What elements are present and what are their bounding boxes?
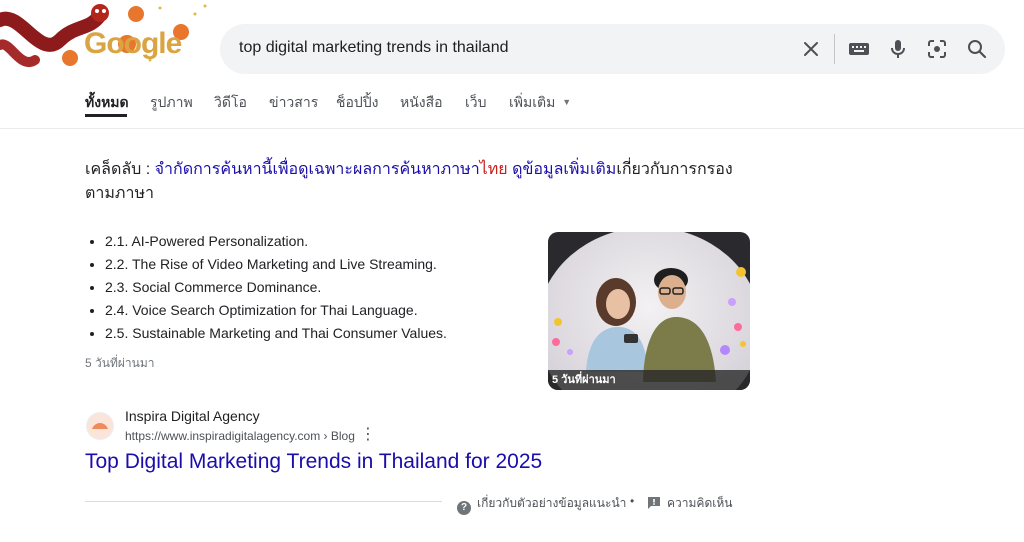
search-input[interactable]: top digital marketing trends in thailand: [239, 39, 509, 57]
tab-web[interactable]: เว็บ: [465, 92, 487, 114]
tab-news[interactable]: ข่าวสาร: [269, 92, 318, 114]
site-name[interactable]: Inspira Digital Agency: [125, 408, 260, 424]
feedback-label: ความคิดเห็น: [667, 496, 733, 510]
language-tip: เคล็ดลับ : จำกัดการค้นหานี้เพื่อดูเฉพาะผ…: [85, 158, 735, 206]
tab-more[interactable]: เพิ่มเติม ▼: [509, 92, 571, 114]
lens-camera-icon[interactable]: [925, 37, 949, 61]
tab-images[interactable]: รูปภาพ: [150, 92, 193, 114]
snippet-thumbnail[interactable]: 5 วันที่ผ่านมา: [548, 232, 750, 390]
clear-icon[interactable]: [799, 37, 823, 61]
tab-videos[interactable]: วิดีโอ: [214, 92, 247, 114]
caret-down-icon: ▼: [562, 97, 572, 107]
tab-more-label: เพิ่มเติม: [509, 94, 556, 110]
restrict-language-text: จำกัดการค้นหานี้เพื่อดูเฉพาะผลการค้นหาภา…: [154, 161, 480, 178]
site-url[interactable]: https://www.inspiradigitalagency.com › B…: [125, 429, 355, 443]
snippet-date: 5 วันที่ผ่านมา: [85, 356, 155, 370]
thumbnail-image: [548, 232, 750, 390]
about-snippet-button[interactable]: ? เกี่ยวกับตัวอย่างข้อมูลแนะนำ: [457, 494, 626, 515]
feedback-button[interactable]: ความคิดเห็น: [647, 494, 732, 513]
search-divider: [834, 34, 835, 64]
search-bar[interactable]: top digital marketing trends in thailand: [220, 24, 1005, 74]
feedback-icon: [647, 496, 661, 513]
microphone-icon[interactable]: [886, 37, 910, 61]
learn-more-link[interactable]: ดูข้อมูลเพิ่มเติม: [512, 161, 616, 178]
restrict-language-link[interactable]: จำกัดการค้นหานี้เพื่อดูเฉพาะผลการค้นหาภา…: [155, 161, 508, 178]
tip-prefix: เคล็ดลับ :: [85, 161, 155, 178]
thumbnail-caption: 5 วันที่ผ่านมา: [548, 370, 750, 390]
tabs-divider: [0, 128, 1024, 129]
result-title-link[interactable]: Top Digital Marketing Trends in Thailand…: [85, 450, 542, 474]
search-icon[interactable]: [965, 37, 989, 61]
footer-separator: •: [630, 494, 635, 508]
language-name: ไทย: [479, 161, 508, 178]
list-item: 2.4. Voice Search Optimization for Thai …: [105, 301, 447, 324]
logo-text: Google: [84, 27, 182, 60]
list-item: 2.5. Sustainable Marketing and Thai Cons…: [105, 324, 447, 347]
site-favicon-icon[interactable]: [86, 412, 114, 440]
tab-shopping[interactable]: ช็อปปิ้ง: [336, 92, 379, 114]
tab-books[interactable]: หนังสือ: [400, 92, 443, 114]
help-icon: ?: [457, 501, 471, 515]
keyboard-icon[interactable]: [847, 37, 871, 61]
active-tab-indicator: [85, 114, 127, 117]
more-options-icon[interactable]: ⋮: [360, 427, 376, 443]
tab-all[interactable]: ทั้งหมด: [85, 92, 129, 114]
google-doodle-logo[interactable]: Google: [0, 0, 210, 75]
about-snippet-label: เกี่ยวกับตัวอย่างข้อมูลแนะนำ: [477, 496, 627, 510]
list-item: 2.2. The Rise of Video Marketing and Liv…: [105, 255, 447, 278]
list-item: 2.1. AI-Powered Personalization.: [105, 232, 447, 255]
featured-snippet-list: 2.1. AI-Powered Personalization. 2.2. Th…: [85, 232, 447, 347]
list-item: 2.3. Social Commerce Dominance.: [105, 278, 447, 301]
footer-divider: [85, 501, 442, 502]
